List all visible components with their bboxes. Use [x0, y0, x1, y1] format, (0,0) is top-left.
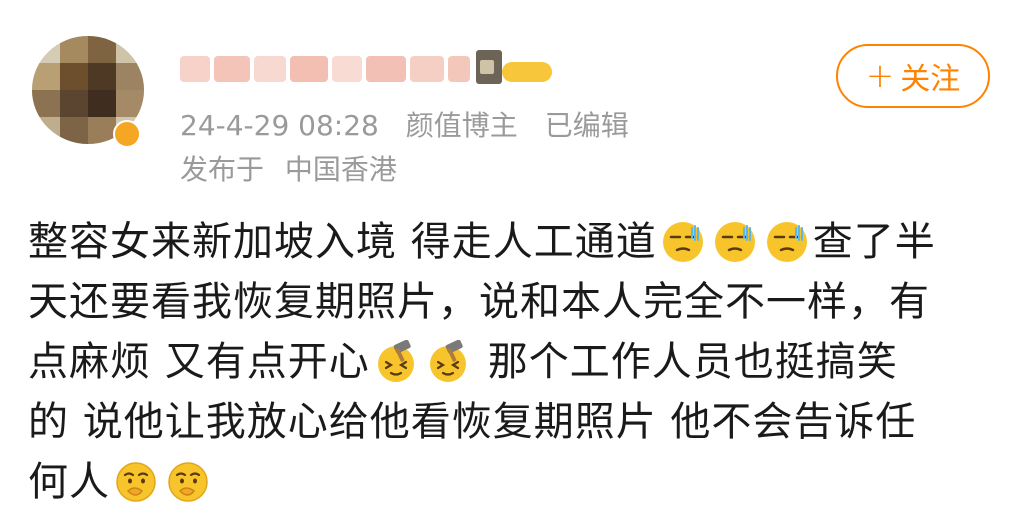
post-line-4: 的 说他让我放心给他看恢复期照片 他不会告诉任: [28, 392, 998, 452]
follow-button-label: 关注: [900, 62, 961, 97]
post-date: 24-4-29 08:28: [180, 109, 379, 142]
author-name[interactable]: [180, 46, 560, 90]
post-text: 点麻烦 又有点开心: [28, 339, 370, 385]
post-text: 整容女来新加坡入境 得走人工通道: [28, 219, 657, 265]
post-text: 天还要看我恢复期照片，说和本人完全不一样，有: [28, 279, 930, 325]
post-line-3: 点麻烦 又有点开心 那个工作人员也挺搞笑: [28, 332, 998, 392]
location-prefix: 发布于: [180, 153, 265, 186]
plus-icon: +: [865, 56, 895, 96]
post-text: 查了半: [812, 219, 936, 265]
post-line-1: 整容女来新加坡入境 得走人工通道 查了半: [28, 212, 998, 272]
hammer-grin-emoji-icon: [377, 340, 414, 382]
username-blurred-image: [180, 50, 552, 84]
sweat-smirk-emoji-icon: [662, 222, 703, 262]
edited-label[interactable]: 已编辑: [545, 109, 629, 142]
sweat-smirk-emoji-icon: [714, 222, 755, 262]
sweat-smirk-emoji-icon: [766, 222, 807, 262]
thinking-emoji-icon: [168, 462, 208, 502]
post-line-5: 何人: [28, 452, 998, 512]
hammer-grin-emoji-icon: [429, 340, 466, 382]
post-meta: 24-4-29 08:28 颜值博主 已编辑: [180, 108, 629, 144]
post-text: 何人: [28, 459, 110, 505]
post-body: 整容女来新加坡入境 得走人工通道 查了半 天还要看我恢复期照片，说和本人完全不一…: [28, 212, 998, 512]
follow-button[interactable]: + 关注: [836, 44, 990, 108]
verified-badge-icon: [113, 120, 141, 148]
post-line-2: 天还要看我恢复期照片，说和本人完全不一样，有: [28, 272, 998, 332]
post-source[interactable]: 颜值博主: [406, 109, 518, 142]
post-location: 发布于 中国香港: [180, 152, 397, 188]
post-text: 的 说他让我放心给他看恢复期照片 他不会告诉任: [28, 399, 917, 445]
thinking-emoji-icon: [116, 462, 156, 502]
location-place: 中国香港: [284, 153, 397, 186]
post-text: 那个工作人员也挺搞笑: [487, 339, 898, 385]
